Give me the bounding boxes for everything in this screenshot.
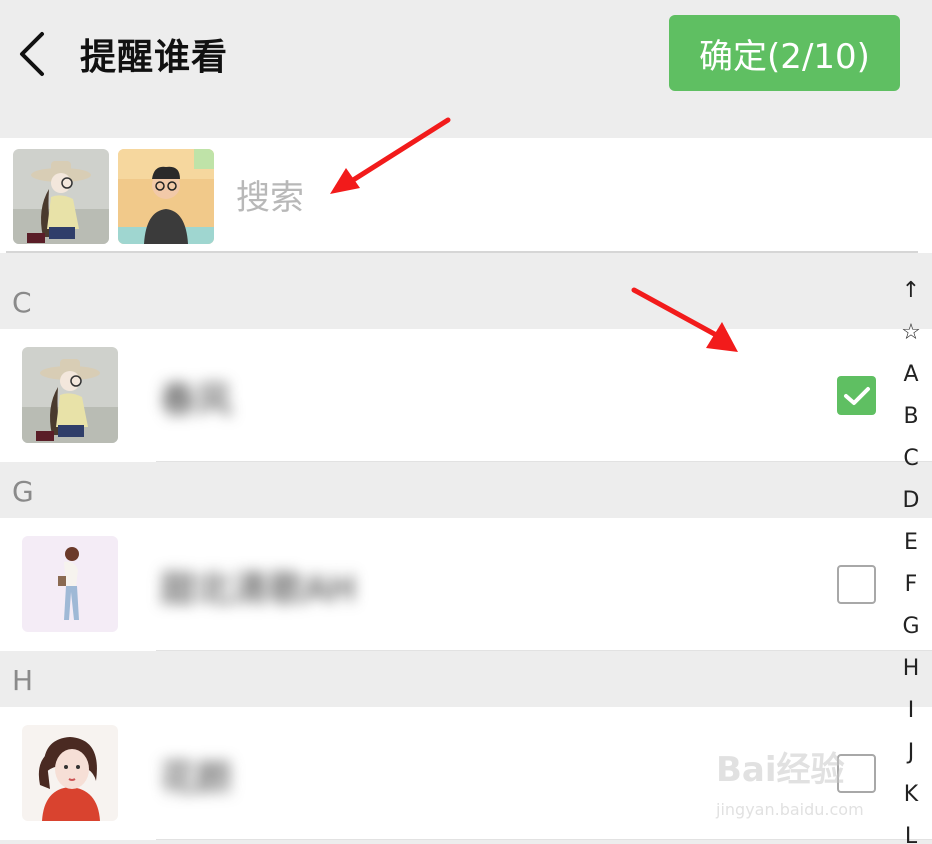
contact-avatar xyxy=(22,347,118,443)
selected-avatar-2[interactable] xyxy=(118,149,214,244)
avatar-image xyxy=(13,149,109,244)
index-letter-b[interactable]: B xyxy=(892,396,930,438)
row-divider xyxy=(156,839,932,840)
avatar-image xyxy=(22,347,118,443)
section-letter: G xyxy=(12,475,34,508)
index-letter-c[interactable]: C xyxy=(892,438,930,480)
avatar-image xyxy=(118,149,214,244)
index-letter-d[interactable]: D xyxy=(892,480,930,522)
contact-avatar xyxy=(22,536,118,632)
contact-name: 春风 xyxy=(160,380,233,421)
index-letter-i[interactable]: I xyxy=(892,690,930,732)
row-divider xyxy=(156,461,932,462)
selected-avatar-1[interactable] xyxy=(13,149,109,244)
confirm-button[interactable]: 确定(2/10) xyxy=(669,15,900,91)
avatar-image xyxy=(22,536,118,632)
search-bar xyxy=(0,138,932,253)
checkmark-icon xyxy=(843,386,870,405)
index-letter-e[interactable]: E xyxy=(892,522,930,564)
index-letter-g[interactable]: G xyxy=(892,606,930,648)
contact-row[interactable]: 花颜 xyxy=(0,707,932,840)
nav-bar: 提醒谁看 确定(2/10) xyxy=(0,0,932,110)
section-header-h: H xyxy=(0,653,932,708)
contact-checkbox-checked[interactable] xyxy=(837,376,876,415)
back-button[interactable] xyxy=(14,30,54,78)
avatar-image xyxy=(22,725,118,821)
section-header-g: G xyxy=(0,464,932,519)
contact-row[interactable]: 甜北清歌AH xyxy=(0,518,932,651)
alphabet-index-bar: ↑ ☆ A B C D E F G H I J K L xyxy=(892,270,930,844)
index-letter-a[interactable]: A xyxy=(892,354,930,396)
index-letter-h[interactable]: H xyxy=(892,648,930,690)
search-underline xyxy=(6,251,918,253)
chevron-left-icon xyxy=(20,32,44,76)
index-star-icon[interactable]: ☆ xyxy=(892,312,930,354)
index-letter-l[interactable]: L xyxy=(892,816,930,844)
contact-row[interactable]: 春风 xyxy=(0,329,932,462)
index-letter-j[interactable]: J xyxy=(892,732,930,774)
wechat-remind-who-screen: 提醒谁看 确定(2/10) 搜索 C 春风 G 甜北清歌AH H 花颜 ↑ ☆ … xyxy=(0,0,932,844)
contact-avatar xyxy=(22,725,118,821)
index-letter-f[interactable]: F xyxy=(892,564,930,606)
section-header-c: C xyxy=(0,275,932,330)
search-input[interactable] xyxy=(236,166,636,230)
page-title: 提醒谁看 xyxy=(80,37,229,78)
index-top-arrow-icon[interactable]: ↑ xyxy=(892,270,930,312)
section-letter: H xyxy=(12,664,34,697)
contact-name: 花颜 xyxy=(160,758,233,799)
contact-checkbox[interactable] xyxy=(837,565,876,604)
row-divider xyxy=(156,650,932,651)
contact-name: 甜北清歌AH xyxy=(160,569,356,610)
section-letter: C xyxy=(12,286,32,319)
index-letter-k[interactable]: K xyxy=(892,774,930,816)
contact-checkbox[interactable] xyxy=(837,754,876,793)
